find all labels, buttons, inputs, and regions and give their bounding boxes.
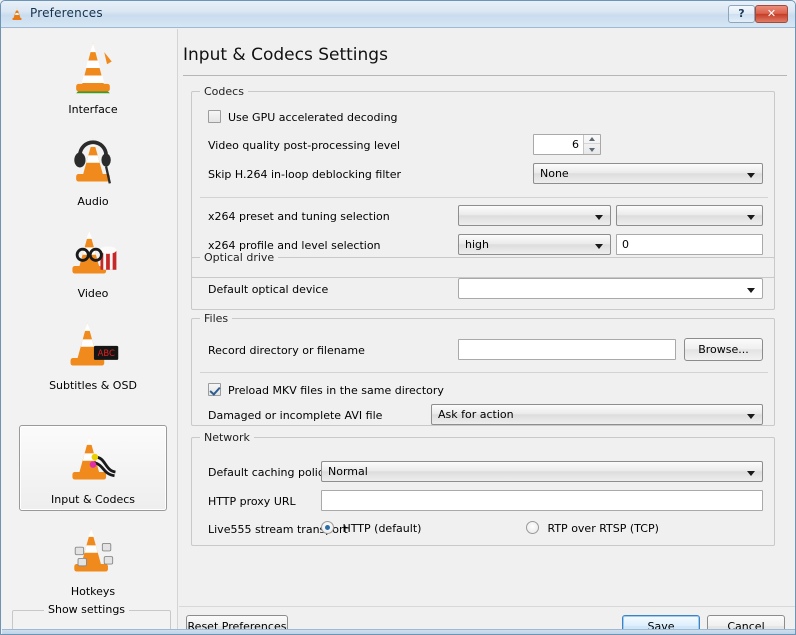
http-proxy-label: HTTP proxy URL — [208, 495, 296, 508]
http-proxy-input[interactable] — [321, 490, 763, 511]
vlc-cone-cables-icon — [72, 436, 116, 480]
avi-file-value: Ask for action — [438, 408, 514, 421]
sidebar-item-label: Interface — [68, 103, 118, 116]
postproc-spinner[interactable]: 6 — [533, 134, 601, 155]
network-legend: Network — [200, 431, 254, 444]
gpu-decoding-checkbox[interactable] — [208, 110, 221, 123]
postproc-value: 6 — [572, 138, 579, 151]
preload-mkv-checkbox[interactable] — [208, 383, 221, 396]
codecs-divider — [200, 197, 768, 198]
show-settings-legend: Show settings — [44, 603, 130, 616]
caching-policy-value: Normal — [328, 465, 368, 478]
preload-mkv-label: Preload MKV files in the same directory — [228, 384, 444, 397]
help-button[interactable]: ? — [728, 5, 755, 23]
chevron-down-icon — [747, 173, 755, 178]
footer-divider — [179, 606, 795, 607]
vlc-cone-display-icon: ABC — [70, 322, 119, 366]
title-divider — [183, 75, 787, 76]
chevron-down-icon — [595, 215, 603, 220]
window-title: Preferences — [30, 6, 103, 20]
avi-file-label: Damaged or incomplete AVI file — [208, 409, 383, 422]
optical-drive-group: Optical drive Default optical device — [191, 251, 775, 310]
sidebar: Interface Audio Video ABC Subtitles & OS… — [2, 29, 178, 634]
radio-rtp-over-rtsp[interactable]: RTP over RTSP (TCP) — [526, 521, 659, 535]
title-bar: Preferences ? ✕ — [1, 1, 795, 28]
x264-tuning-combo[interactable] — [616, 205, 763, 226]
radio-rtp-label: RTP over RTSP (TCP) — [547, 522, 659, 535]
page-title: Input & Codecs Settings — [183, 45, 388, 65]
x264-profile-combo[interactable]: high — [458, 234, 611, 255]
optical-device-combo[interactable] — [458, 278, 763, 299]
sidebar-item-input-codecs[interactable]: Input & Codecs — [19, 425, 167, 511]
sidebar-item-hotkeys[interactable]: Hotkeys — [19, 517, 167, 603]
radio-http-default[interactable]: HTTP (default) — [321, 521, 421, 535]
deblocking-combo[interactable]: None — [533, 163, 763, 184]
files-divider — [200, 372, 768, 373]
x264-level-input[interactable]: 0 — [616, 234, 763, 255]
avi-file-combo[interactable]: Ask for action — [431, 404, 763, 425]
chevron-down-icon — [595, 244, 603, 249]
optical-legend: Optical drive — [200, 251, 279, 264]
sidebar-item-label: Audio — [77, 195, 109, 208]
close-button[interactable]: ✕ — [755, 5, 788, 23]
deblocking-value: None — [540, 167, 569, 180]
svg-text:ABC: ABC — [98, 348, 115, 358]
x264-preset-combo[interactable] — [458, 205, 611, 226]
preferences-window: Preferences ? ✕ Interface Audio Video AB… — [0, 0, 796, 635]
sidebar-item-label: Hotkeys — [70, 585, 116, 598]
record-directory-label: Record directory or filename — [208, 344, 365, 357]
sidebar-item-subtitles-osd[interactable]: ABC Subtitles & OSD — [19, 311, 167, 397]
caching-policy-label: Default caching policy — [208, 466, 331, 479]
deblocking-label: Skip H.264 in-loop deblocking filter — [208, 168, 401, 181]
spin-up-icon[interactable] — [584, 135, 600, 144]
vlc-cone-icon — [12, 7, 22, 20]
x264-profile-value: high — [465, 238, 489, 251]
radio-http-indicator — [321, 521, 334, 534]
vlc-cone-keys-icon — [74, 528, 114, 572]
chevron-down-icon — [747, 471, 755, 476]
codecs-group: Codecs Use GPU accelerated decoding Vide… — [191, 85, 775, 278]
gpu-decoding-label: Use GPU accelerated decoding — [228, 111, 398, 124]
files-legend: Files — [200, 312, 233, 325]
browse-button[interactable]: Browse... — [684, 338, 763, 361]
sidebar-item-label: Subtitles & OSD — [49, 379, 137, 392]
sidebar-item-interface[interactable]: Interface — [19, 35, 167, 121]
sidebar-item-label: Input & Codecs — [51, 493, 135, 506]
main-panel: Input & Codecs Settings Codecs Use GPU a… — [179, 29, 795, 634]
codecs-legend: Codecs — [200, 85, 248, 98]
radio-http-label: HTTP (default) — [342, 522, 422, 535]
vlc-cone-glasses-icon — [72, 230, 117, 274]
chevron-down-icon — [747, 288, 755, 293]
vlc-cone-headphones-icon — [74, 138, 111, 184]
record-directory-input[interactable] — [458, 339, 676, 360]
radio-rtp-indicator — [526, 521, 539, 534]
chevron-down-icon — [747, 414, 755, 419]
sidebar-item-label: Video — [77, 287, 109, 300]
caching-policy-combo[interactable]: Normal — [321, 461, 763, 482]
postproc-spin-buttons[interactable] — [583, 135, 600, 154]
postproc-label: Video quality post-processing level — [208, 139, 401, 152]
files-group: Files Record directory or filename Brows… — [191, 312, 775, 426]
vlc-cone-interface-icon — [76, 42, 112, 94]
sidebar-item-audio[interactable]: Audio — [19, 127, 167, 213]
network-group: Network Default caching policy Normal HT… — [191, 431, 775, 546]
chevron-down-icon — [747, 215, 755, 220]
spin-down-icon[interactable] — [584, 145, 600, 154]
x264-preset-label: x264 preset and tuning selection — [208, 210, 390, 223]
status-bar — [2, 629, 795, 634]
optical-device-label: Default optical device — [208, 283, 329, 296]
sidebar-item-video[interactable]: Video — [19, 219, 167, 305]
